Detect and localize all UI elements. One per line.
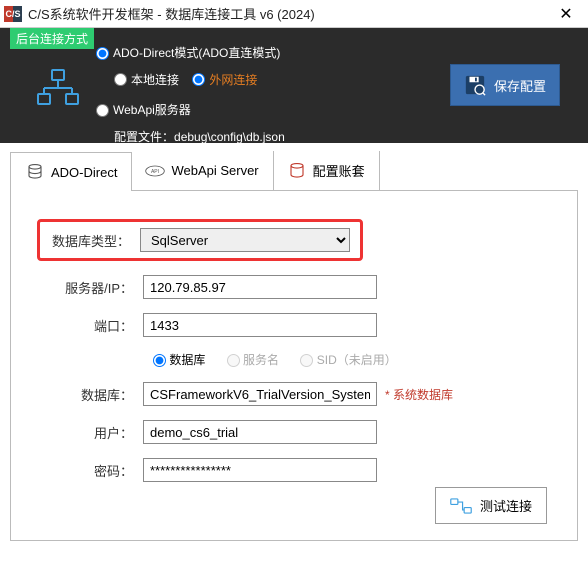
dbtype-select[interactable]: SqlServer [140,228,350,252]
database-icon [25,163,45,181]
form-pane: 数据库类型： SqlServer 服务器/IP： 端口： 数据库 服务名 SID… [10,191,578,541]
radio-ado-direct[interactable]: ADO-Direct模式(ADO直连模式) [96,42,280,64]
radio-database[interactable]: 数据库 [153,353,205,367]
database-note: * 系统数据库 [385,386,453,403]
port-label: 端口： [47,316,143,335]
save-config-button[interactable]: 保存配置 [450,64,560,106]
connection-options: ADO-Direct模式(ADO直连模式) 本地连接 外网连接 WebApi服务… [96,42,290,150]
password-label: 密码： [47,461,143,480]
tab-webapi-label: WebApi Server [171,163,258,178]
save-icon [464,74,486,96]
close-button[interactable]: ✕ [548,4,584,24]
tab-bar: ADO-Direct API WebApi Server 配置账套 [10,151,578,191]
tab-ado-direct-label: ADO-Direct [51,165,117,180]
app-logo: C/S [4,6,22,22]
config-file-path: debug\config\db.json [174,130,285,144]
server-label: 服务器/IP： [47,278,143,297]
radio-external[interactable]: 外网连接 [192,69,257,91]
save-config-label: 保存配置 [494,76,546,95]
radio-external-label: 外网连接 [209,69,257,91]
network-icon [36,66,80,110]
tab-ado-direct[interactable]: ADO-Direct [10,152,132,191]
top-panel: 后台连接方式 ADO-Direct模式(ADO直连模式) 本地连接 外网连接 W… [0,28,588,143]
titlebar: C/S C/S系统软件开发框架 - 数据库连接工具 v6 (2024) ✕ [0,0,588,28]
connection-mode-badge: 后台连接方式 [10,28,94,49]
window-title: C/S系统软件开发框架 - 数据库连接工具 v6 (2024) [28,4,548,23]
tab-accounts[interactable]: 配置账套 [273,151,380,190]
test-connection-button[interactable]: 测试连接 [435,487,547,524]
radio-local[interactable]: 本地连接 [114,69,179,91]
radio-sid[interactable]: SID（未启用） [300,353,396,367]
connection-icon [450,497,472,515]
svg-text:API: API [151,169,159,175]
db-mode-radios: 数据库 服务名 SID（未启用） [47,351,541,368]
api-icon: API [145,163,165,179]
radio-webapi-label: WebApi服务器 [113,99,191,121]
dbtype-highlight: 数据库类型： SqlServer [37,219,363,261]
database-label: 数据库： [47,385,143,404]
database-input[interactable] [143,382,377,406]
server-input[interactable] [143,275,377,299]
radio-webapi[interactable]: WebApi服务器 [96,99,191,121]
radio-service[interactable]: 服务名 [227,353,279,367]
tab-accounts-label: 配置账套 [313,161,365,180]
port-input[interactable] [143,313,377,337]
user-input[interactable] [143,420,377,444]
test-connection-label: 测试连接 [480,496,532,515]
radio-local-label: 本地连接 [131,69,179,91]
radio-ado-direct-label: ADO-Direct模式(ADO直连模式) [113,42,280,64]
tab-webapi[interactable]: API WebApi Server [131,151,273,190]
config-file-label: 配置文件： [114,130,174,144]
password-input[interactable] [143,458,377,482]
dbtype-label: 数据库类型： [40,231,140,250]
user-label: 用户： [47,423,143,442]
content-area: ADO-Direct API WebApi Server 配置账套 数据库类型：… [0,143,588,551]
accounts-icon [287,162,307,180]
